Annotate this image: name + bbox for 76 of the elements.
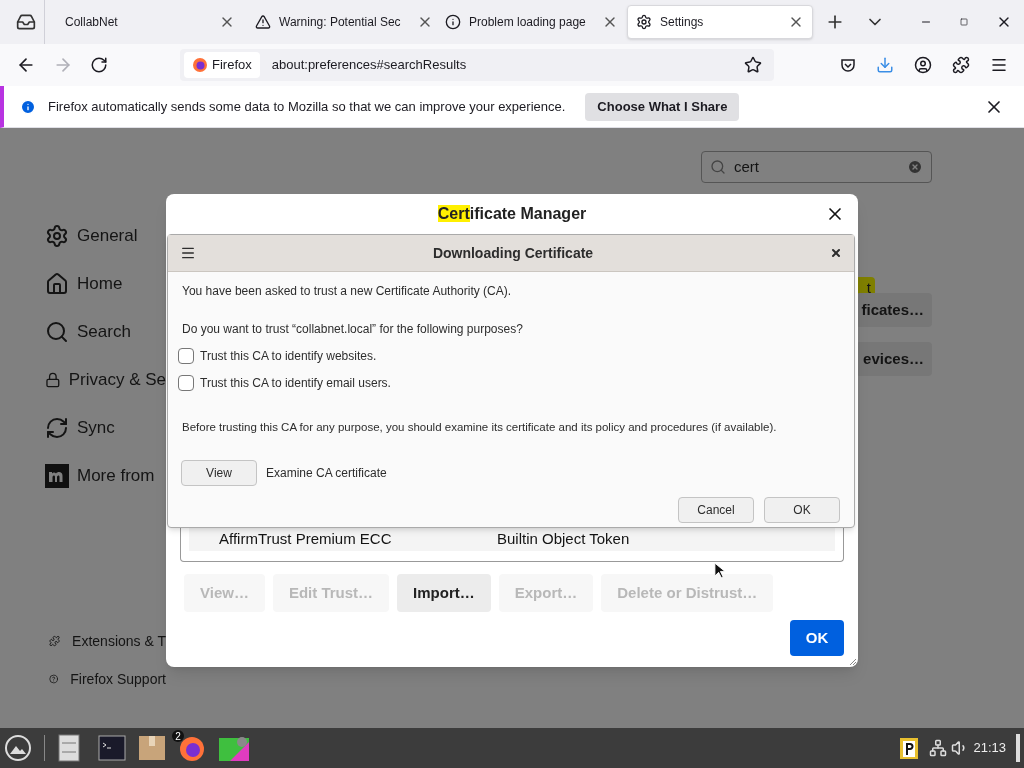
tab-title: Settings [660, 14, 704, 31]
mouse-cursor-icon [714, 562, 725, 579]
account-icon[interactable] [914, 56, 932, 74]
tab-list-icon[interactable] [16, 12, 36, 32]
sidebar-item[interactable]: Privacy & Se [45, 356, 166, 404]
dialog-text: Do you want to trust “collabnet.local” for the following purposes? [182, 321, 524, 338]
terminal-icon[interactable] [98, 735, 126, 761]
settings-button[interactable]: ficates… [856, 293, 932, 327]
table-cell-text: Builtin Object Token [497, 528, 630, 549]
m-logo-icon [45, 464, 69, 488]
sidebar-item[interactable]: General [45, 212, 166, 260]
search-icon [710, 159, 726, 175]
info-icon [20, 98, 36, 115]
notification-badge: 2 [172, 730, 184, 742]
tab-title: Problem loading page [469, 14, 586, 31]
url-text: about:preferences#searchResults [271, 56, 468, 75]
ok-button[interactable]: OK [790, 620, 844, 656]
home-icon [45, 272, 69, 296]
search-icon [45, 320, 69, 344]
download-icon[interactable] [876, 56, 894, 74]
sidebar-item[interactable]: Sync [45, 404, 166, 452]
checkbox[interactable] [178, 375, 194, 391]
browser-tab[interactable]: Problem loading page [437, 5, 623, 39]
browser-tab[interactable]: Settings [627, 5, 813, 39]
view-hint: Examine CA certificate [266, 465, 387, 483]
settings-button[interactable]: evices… [856, 342, 932, 376]
settings-icon [636, 14, 652, 30]
dialog-text: You have been asked to trust a new Certificate Authority (CA). [182, 283, 513, 300]
package-icon[interactable] [138, 735, 166, 761]
tab-title: CollabNet [65, 14, 118, 31]
certificate-action-button[interactable]: Import… [397, 574, 491, 612]
bookmark-star-icon[interactable] [744, 56, 762, 74]
sidebar-item[interactable]: More from [45, 452, 166, 500]
checkbox[interactable] [178, 348, 194, 364]
settings-icon [45, 224, 69, 248]
identity-label[interactable]: Firefox [184, 52, 260, 78]
menu-icon[interactable] [990, 56, 1008, 74]
checkbox-label: Trust this CA to identify websites. [200, 348, 377, 365]
close-icon[interactable] [830, 247, 842, 259]
table-cell-text: AffirmTrust Premium ECC [219, 528, 393, 549]
network-icon[interactable] [929, 739, 948, 757]
puzzle-icon [49, 633, 61, 649]
address-bar[interactable]: Firefox about:preferences#searchResults [180, 49, 774, 81]
choose-what-i-share-button[interactable]: Choose What I Share [585, 92, 740, 121]
sync-icon [45, 416, 69, 440]
notification-message: Firefox automatically sends some data to Mozilla so that we can improve your experience. [48, 97, 566, 116]
search-value: cert [734, 156, 760, 177]
sidebar-link[interactable]: Extensions & T [45, 630, 166, 652]
dialog-text: Before trusting this CA for any purpose, you should examine its certificate and its policy and procedures (if available). [182, 420, 778, 435]
dialog-button[interactable]: Cancel [678, 497, 754, 524]
sidebar-link[interactable]: Firefox Support [45, 668, 166, 690]
clock[interactable]: 21:13 [973, 738, 1006, 758]
view-button[interactable]: View [181, 460, 257, 487]
resize-grip-icon[interactable] [849, 658, 857, 666]
browser-tab[interactable]: Warning: Potential Sec [247, 5, 433, 39]
dialog-title: Downloading Certificate [431, 243, 595, 263]
maximize-icon[interactable] [960, 18, 968, 26]
reload-icon[interactable] [90, 56, 108, 74]
clear-icon[interactable] [907, 159, 923, 175]
sidebar-item[interactable]: Home [45, 260, 166, 308]
info-icon [445, 14, 461, 30]
checkbox-label: Trust this CA to identify email users. [200, 375, 391, 392]
tab-title: Warning: Potential Sec [279, 14, 401, 31]
dialog-button[interactable]: OK [764, 497, 840, 524]
sidebar-item[interactable]: Search [45, 308, 166, 356]
extensions-icon[interactable] [952, 56, 970, 74]
clipboard-icon[interactable] [899, 736, 920, 760]
search-field[interactable]: cert [701, 151, 932, 183]
firefox-logo-icon [192, 57, 208, 73]
menu-icon[interactable] [180, 245, 196, 261]
browser-tab[interactable]: CollabNet [57, 5, 243, 39]
start-menu-icon[interactable] [4, 734, 32, 762]
image-editor-icon[interactable] [218, 734, 250, 762]
warning-icon [255, 14, 271, 30]
file-cabinet-icon[interactable] [57, 734, 81, 762]
pocket-icon[interactable] [840, 57, 856, 73]
